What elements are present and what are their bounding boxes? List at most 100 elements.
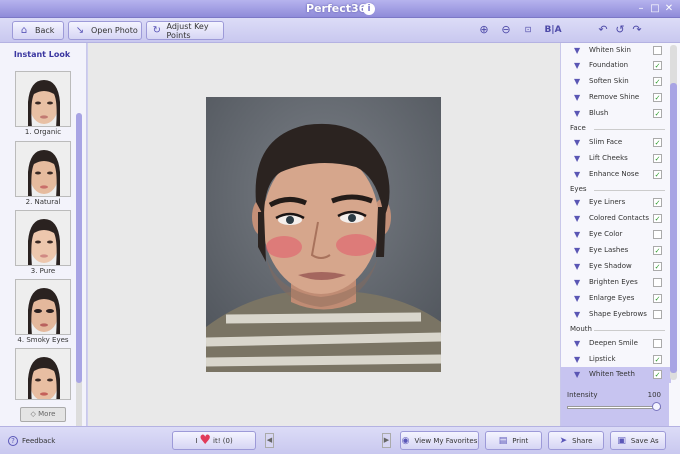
expand-arrow-icon[interactable]: ▼ <box>574 109 580 118</box>
prev-arrow-icon[interactable]: ◀ <box>265 433 274 448</box>
zoom-out-icon[interactable]: ⊖ <box>499 23 513 37</box>
effect-checkbox[interactable]: ✓ <box>653 294 662 303</box>
effect-checkbox[interactable]: ✓ <box>653 370 662 379</box>
effect-checkbox[interactable]: ✓ <box>653 154 662 163</box>
effect-eye-color[interactable]: ▼ Eye Color <box>561 227 671 243</box>
fit-screen-icon[interactable]: ⊡ <box>521 23 535 37</box>
next-arrow-icon[interactable]: ▶ <box>382 433 391 448</box>
effect-slim-face[interactable]: ▼ Slim Face ✓ <box>561 135 671 151</box>
effect-deepen-smile[interactable]: ▼ Deepen Smile <box>561 336 671 352</box>
expand-arrow-icon[interactable]: ▼ <box>574 46 580 55</box>
title-bar: Perfect365 i – □ ✕ <box>0 0 680 18</box>
effect-checkbox[interactable] <box>653 339 662 348</box>
effect-eye-liners[interactable]: ▼ Eye Liners ✓ <box>561 195 671 211</box>
back-button[interactable]: ⌂ Back <box>12 21 64 40</box>
open-photo-button[interactable]: ↘ Open Photo <box>68 21 142 40</box>
effect-remove-shine[interactable]: ▼ Remove Shine ✓ <box>561 90 671 106</box>
expand-arrow-icon[interactable]: ▼ <box>574 278 580 287</box>
print-button[interactable]: ▤ Print <box>485 431 542 450</box>
redo-icon[interactable]: ↷ <box>630 23 644 37</box>
intensity-slider-track[interactable] <box>567 406 661 409</box>
expand-arrow-icon[interactable]: ▼ <box>574 170 580 179</box>
effect-checkbox[interactable]: ✓ <box>653 138 662 147</box>
effect-checkbox[interactable] <box>653 310 662 319</box>
intensity-slider-handle[interactable] <box>652 402 661 411</box>
section-label: Mouth <box>570 325 592 333</box>
effect-checkbox[interactable] <box>653 278 662 287</box>
effect-checkbox[interactable]: ✓ <box>653 170 662 179</box>
effect-checkbox[interactable]: ✓ <box>653 355 662 364</box>
effect-label: Blush <box>589 109 609 117</box>
more-button[interactable]: ◇ More <box>20 407 66 422</box>
toolbar: ⌂ Back ↘ Open Photo ↻ Adjust Key Points … <box>0 18 680 43</box>
effect-enhance-nose[interactable]: ▼ Enhance Nose ✓ <box>561 167 671 183</box>
expand-arrow-icon[interactable]: ▼ <box>574 262 580 271</box>
expand-arrow-icon[interactable]: ▼ <box>574 339 580 348</box>
effect-checkbox[interactable]: ✓ <box>653 61 662 70</box>
look-organic[interactable]: 1. Organic <box>15 71 71 136</box>
effect-lift-cheeks[interactable]: ▼ Lift Cheeks ✓ <box>561 151 671 167</box>
effect-shape-eyebrows[interactable]: ▼ Shape Eyebrows <box>561 307 671 323</box>
instant-look-panel: Instant Look 1. Organic 2. Natural 3. Pu… <box>0 43 87 439</box>
left-scrollbar[interactable] <box>76 113 82 439</box>
love-it-button[interactable]: I ♥ it! (0) <box>172 431 256 450</box>
zoom-in-icon[interactable]: ⊕ <box>477 23 491 37</box>
effect-eye-lashes[interactable]: ▼ Eye Lashes ✓ <box>561 243 671 259</box>
edited-photo[interactable] <box>206 97 441 372</box>
look-pure[interactable]: 3. Pure <box>15 210 71 275</box>
right-scrollbar[interactable] <box>670 45 677 380</box>
effect-label: Deepen Smile <box>589 339 638 347</box>
share-button[interactable]: ➤ Share <box>548 431 604 450</box>
expand-arrow-icon[interactable]: ▼ <box>574 370 580 379</box>
effect-eye-shadow[interactable]: ▼ Eye Shadow ✓ <box>561 259 671 275</box>
view-favorites-button[interactable]: ◉ View My Favorites <box>400 431 479 450</box>
expand-arrow-icon[interactable]: ▼ <box>574 138 580 147</box>
maximize-icon[interactable]: □ <box>650 4 660 14</box>
look-5[interactable] <box>15 348 71 400</box>
expand-arrow-icon[interactable]: ▼ <box>574 246 580 255</box>
adjust-key-points-button[interactable]: ↻ Adjust Key Points <box>146 21 224 40</box>
left-scrollbar-thumb[interactable] <box>76 113 82 383</box>
effect-checkbox[interactable] <box>653 230 662 239</box>
expand-arrow-icon[interactable]: ▼ <box>574 294 580 303</box>
expand-arrow-icon[interactable]: ▼ <box>574 61 580 70</box>
effect-label: Slim Face <box>589 138 623 146</box>
effect-lipstick[interactable]: ▼ Lipstick ✓ <box>561 352 671 368</box>
effect-checkbox[interactable]: ✓ <box>653 77 662 86</box>
expand-arrow-icon[interactable]: ▼ <box>574 214 580 223</box>
effect-brighten-eyes[interactable]: ▼ Brighten Eyes <box>561 275 671 291</box>
effect-colored-contacts[interactable]: ▼ Colored Contacts ✓ <box>561 211 671 227</box>
expand-arrow-icon[interactable]: ▼ <box>574 310 580 319</box>
effect-checkbox[interactable] <box>653 46 662 55</box>
expand-arrow-icon[interactable]: ▼ <box>574 77 580 86</box>
effect-soften-skin[interactable]: ▼ Soften Skin ✓ <box>561 74 671 90</box>
expand-arrow-icon[interactable]: ▼ <box>574 93 580 102</box>
expand-arrow-icon[interactable]: ▼ <box>574 355 580 364</box>
photo-canvas <box>88 43 560 426</box>
expand-arrow-icon[interactable]: ▼ <box>574 198 580 207</box>
effect-enlarge-eyes[interactable]: ▼ Enlarge Eyes ✓ <box>561 291 671 307</box>
expand-arrow-icon[interactable]: ▼ <box>574 230 580 239</box>
look-natural[interactable]: 2. Natural <box>15 141 71 206</box>
info-icon[interactable]: i <box>363 3 375 15</box>
minimize-icon[interactable]: – <box>636 4 646 14</box>
effect-checkbox[interactable]: ✓ <box>653 93 662 102</box>
close-icon[interactable]: ✕ <box>664 4 674 14</box>
save-as-button[interactable]: ▣ Save As <box>610 431 666 450</box>
effect-checkbox[interactable]: ✓ <box>653 214 662 223</box>
expand-arrow-icon[interactable]: ▼ <box>574 154 580 163</box>
effect-checkbox[interactable]: ✓ <box>653 109 662 118</box>
effect-foundation[interactable]: ▼ Foundation ✓ <box>561 58 671 74</box>
redo-back-icon[interactable]: ↺ <box>613 23 627 37</box>
look-smoky-eyes[interactable]: 4. Smoky Eyes <box>15 279 71 344</box>
effect-checkbox[interactable]: ✓ <box>653 198 662 207</box>
undo-icon[interactable]: ↶ <box>596 23 610 37</box>
effect-whiten-skin[interactable]: ▼ Whiten Skin <box>561 43 671 59</box>
right-scrollbar-thumb[interactable] <box>670 83 677 373</box>
effect-label: Lipstick <box>589 355 616 363</box>
compare-icon[interactable]: B|A <box>544 23 562 37</box>
effect-checkbox[interactable]: ✓ <box>653 262 662 271</box>
feedback-link[interactable]: ? Feedback <box>8 436 55 446</box>
effect-blush[interactable]: ▼ Blush ✓ <box>561 106 671 122</box>
effect-checkbox[interactable]: ✓ <box>653 246 662 255</box>
